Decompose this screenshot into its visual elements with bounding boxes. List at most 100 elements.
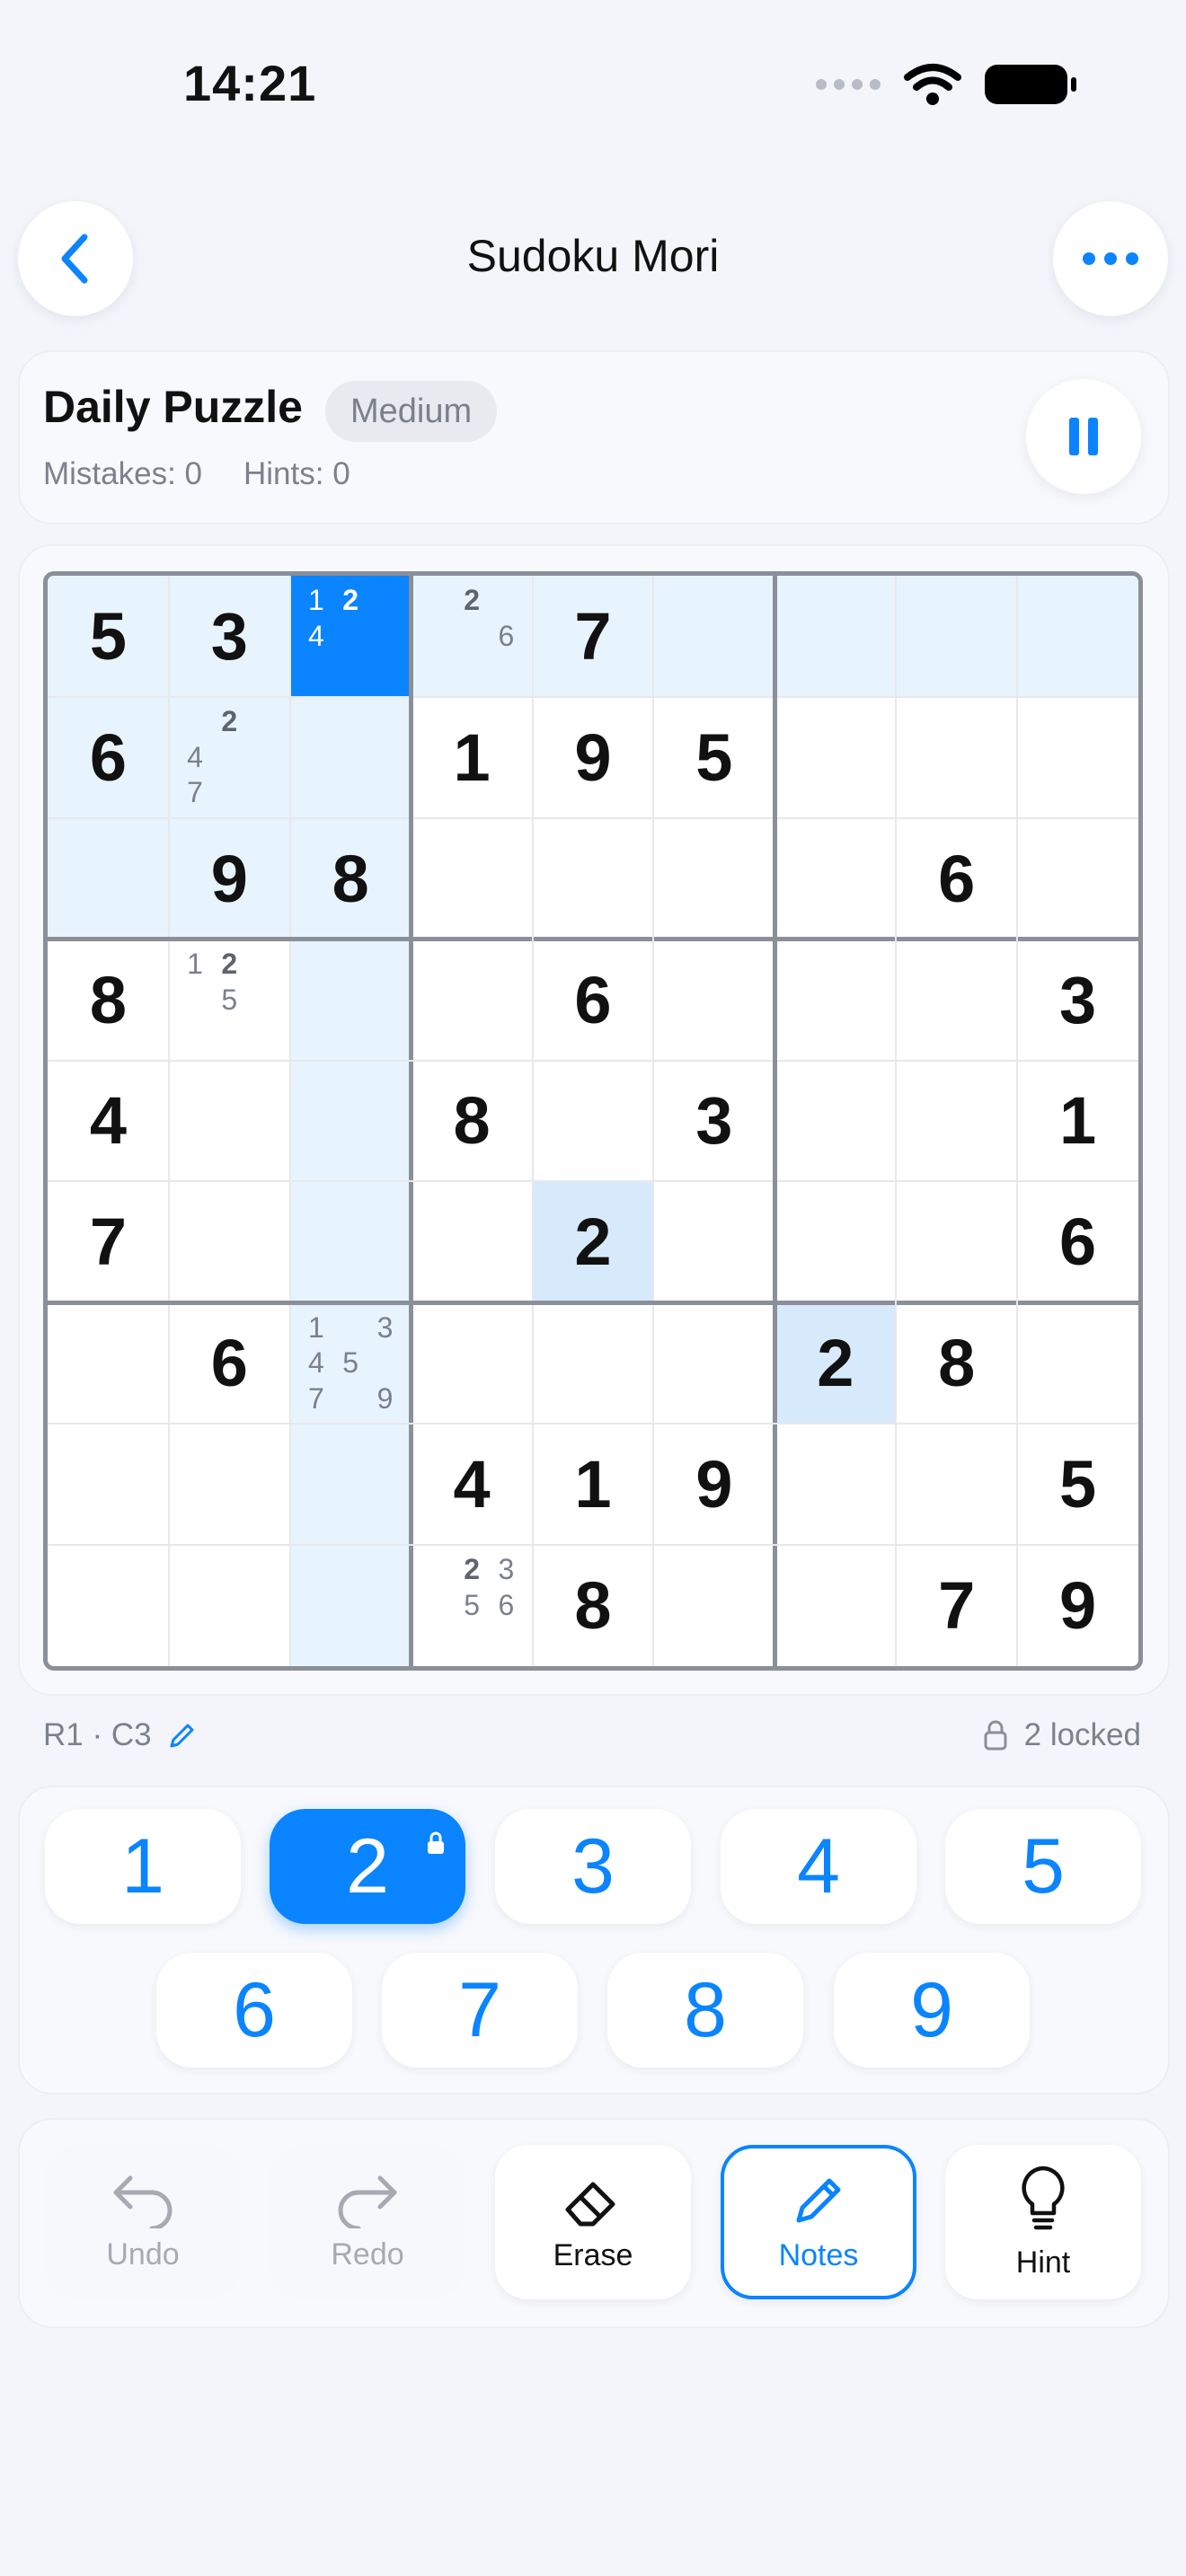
grid-cell-r6c5[interactable]: 2: [532, 1181, 654, 1303]
grid-cell-r2c9[interactable]: [1017, 697, 1138, 818]
grid-cell-r1c7[interactable]: [774, 576, 897, 697]
grid-cell-r8c8[interactable]: [896, 1424, 1017, 1545]
grid-cell-r6c7[interactable]: [774, 1181, 896, 1302]
grid-cell-r5c1[interactable]: 4: [48, 1061, 169, 1182]
grid-cell-r2c7[interactable]: [774, 697, 896, 818]
grid-cell-r8c9[interactable]: 5: [1017, 1424, 1138, 1545]
grid-cell-r4c3[interactable]: [289, 939, 412, 1061]
grid-cell-r3c8[interactable]: 6: [896, 818, 1017, 940]
grid-cell-r7c1[interactable]: [48, 1302, 169, 1424]
grid-cell-r3c7[interactable]: [774, 818, 896, 940]
grid-cell-r4c4[interactable]: [412, 940, 533, 1061]
grid-cell-r3c2[interactable]: 9: [168, 817, 290, 940]
grid-cell-r9c6[interactable]: [653, 1545, 774, 1666]
grid-cell-r1c8[interactable]: [896, 576, 1018, 697]
grid-cell-r2c1[interactable]: 6: [48, 696, 169, 818]
grid-cell-r1c9[interactable]: [1017, 576, 1138, 697]
grid-cell-r1c3[interactable]: 124: [289, 576, 412, 697]
grid-cell-r2c5[interactable]: 9: [533, 697, 654, 818]
number-key-6[interactable]: 6: [156, 1953, 352, 2068]
grid-cell-r9c3[interactable]: [289, 1545, 412, 1666]
grid-cell-r3c9[interactable]: [1017, 818, 1138, 940]
grid-cell-r6c4[interactable]: [412, 1181, 533, 1302]
grid-cell-r7c8[interactable]: 8: [896, 1302, 1017, 1424]
number-key-2[interactable]: 2: [270, 1809, 465, 1924]
grid-cell-r1c6[interactable]: [653, 576, 775, 697]
grid-cell-r7c9[interactable]: [1017, 1302, 1138, 1424]
grid-cell-r7c4[interactable]: [412, 1302, 533, 1424]
grid-cell-r8c7[interactable]: [774, 1424, 896, 1545]
redo-button[interactable]: Redo: [270, 2145, 465, 2299]
grid-cell-r8c5[interactable]: 1: [533, 1424, 654, 1545]
grid-cell-r2c2[interactable]: 247: [168, 696, 290, 818]
grid-cell-r5c6[interactable]: 3: [653, 1061, 774, 1182]
grid-cell-r2c3[interactable]: [289, 696, 412, 818]
grid-cell-r9c1[interactable]: [48, 1545, 169, 1666]
grid-cell-r6c8[interactable]: [896, 1181, 1017, 1302]
notes-button[interactable]: Notes: [721, 2145, 916, 2299]
cell-value: 2: [574, 1204, 612, 1280]
grid-cell-r4c5[interactable]: 6: [533, 940, 654, 1061]
grid-cell-r5c7[interactable]: [774, 1061, 896, 1182]
note-digit: [455, 619, 489, 655]
number-key-5[interactable]: 5: [945, 1809, 1141, 1924]
grid-cell-r8c1[interactable]: [48, 1424, 169, 1545]
grid-cell-r9c2[interactable]: [169, 1545, 290, 1666]
grid-cell-r4c6[interactable]: [653, 940, 774, 1061]
grid-cell-r3c3[interactable]: 8: [289, 817, 412, 940]
grid-cell-r6c6[interactable]: [653, 1181, 774, 1302]
grid-cell-r2c8[interactable]: [896, 697, 1017, 818]
grid-cell-r6c1[interactable]: 7: [48, 1181, 169, 1302]
grid-cell-r7c5[interactable]: [533, 1302, 654, 1424]
grid-cell-r3c4[interactable]: [412, 818, 533, 940]
grid-cell-r9c7[interactable]: [774, 1545, 896, 1666]
grid-cell-r7c3[interactable]: 1 3 457 9: [289, 1302, 412, 1425]
grid-cell-r5c3[interactable]: [289, 1060, 412, 1182]
grid-cell-r9c8[interactable]: 7: [896, 1545, 1017, 1666]
grid-cell-r7c7[interactable]: 2: [774, 1302, 897, 1425]
eraser-icon: [565, 2182, 615, 2226]
grid-cell-r5c2[interactable]: [169, 1061, 290, 1182]
grid-cell-r8c4[interactable]: 4: [412, 1424, 533, 1545]
grid-cell-r5c5[interactable]: [533, 1061, 654, 1182]
grid-cell-r5c8[interactable]: [896, 1061, 1017, 1182]
grid-cell-r4c1[interactable]: 8: [48, 940, 169, 1061]
grid-cell-r9c9[interactable]: 9: [1017, 1545, 1138, 1666]
number-key-3[interactable]: 3: [495, 1809, 691, 1924]
grid-cell-r1c2[interactable]: 3: [168, 576, 290, 697]
grid-cell-r7c2[interactable]: 6: [169, 1302, 290, 1424]
grid-cell-r8c3[interactable]: [289, 1424, 412, 1546]
more-button[interactable]: [1053, 201, 1168, 316]
grid-cell-r2c4[interactable]: 1: [412, 697, 533, 818]
grid-cell-r5c9[interactable]: 1: [1017, 1061, 1138, 1182]
grid-cell-r7c6[interactable]: [653, 1302, 774, 1424]
number-key-7[interactable]: 7: [382, 1953, 578, 2068]
grid-cell-r3c1[interactable]: [48, 817, 169, 940]
grid-cell-r3c5[interactable]: [533, 818, 654, 940]
grid-cell-r6c9[interactable]: 6: [1017, 1181, 1138, 1302]
number-key-8[interactable]: 8: [607, 1953, 803, 2068]
grid-cell-r6c3[interactable]: [289, 1181, 412, 1303]
grid-cell-r8c6[interactable]: 9: [653, 1424, 774, 1545]
grid-cell-r8c2[interactable]: [169, 1424, 290, 1545]
pause-button[interactable]: [1026, 379, 1141, 494]
number-key-1[interactable]: 1: [45, 1809, 241, 1924]
number-key-4[interactable]: 4: [721, 1809, 916, 1924]
grid-cell-r2c6[interactable]: 5: [653, 697, 774, 818]
grid-cell-r3c6[interactable]: [653, 818, 774, 940]
erase-button[interactable]: Erase: [495, 2145, 691, 2299]
grid-cell-r1c4[interactable]: 26: [411, 576, 533, 697]
number-key-9[interactable]: 9: [834, 1953, 1030, 2068]
grid-cell-r1c1[interactable]: 5: [48, 576, 169, 697]
grid-cell-r1c5[interactable]: 7: [532, 576, 654, 697]
grid-cell-r9c4[interactable]: 2356: [412, 1545, 533, 1666]
hint-button[interactable]: Hint: [945, 2145, 1141, 2299]
undo-button[interactable]: Undo: [45, 2145, 241, 2299]
grid-cell-r9c5[interactable]: 8: [533, 1545, 654, 1666]
grid-cell-r5c4[interactable]: 8: [412, 1061, 533, 1182]
grid-cell-r4c8[interactable]: [896, 940, 1017, 1061]
grid-cell-r4c7[interactable]: [774, 940, 896, 1061]
grid-cell-r6c2[interactable]: [169, 1181, 290, 1302]
grid-cell-r4c9[interactable]: 3: [1017, 940, 1138, 1061]
grid-cell-r4c2[interactable]: 125: [169, 940, 290, 1061]
